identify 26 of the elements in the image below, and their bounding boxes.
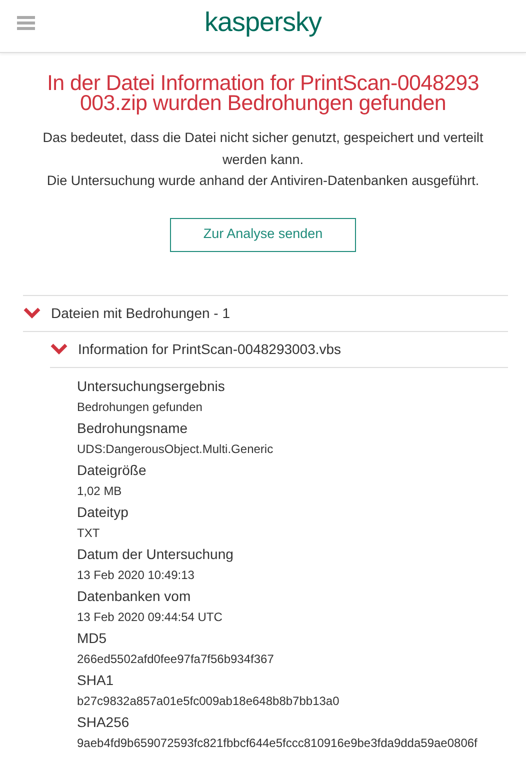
- chevron-down-icon[interactable]: [23, 307, 41, 319]
- detail-label: SHA1: [77, 670, 115, 690]
- description-text: Das bedeutet, dass die Datei nicht sicher genutzt, gespeichert und verteilt werden kann. Die Untersuchung wurde anhand der Antiviren-Datenbanken ausgeführt.: [42, 129, 484, 190]
- detail-label: Untersuchungsergebnis: [77, 376, 226, 396]
- detail-value: 13 Feb 2020 10:49:13: [77, 566, 194, 584]
- send-analysis-button[interactable]: Zur Analyse senden: [170, 218, 356, 252]
- detail-label: Dateigröße: [77, 460, 148, 480]
- detail-value: 266ed5502afd0fee97fa7f56b934f367: [77, 650, 274, 668]
- detail-value: 1,02 MB: [77, 482, 122, 500]
- detail-value: 9aeb4fd9b659072593fc821fbbcf644e5fccc810916e9be3fda9dda59ae0806f: [77, 734, 478, 752]
- detail-value: UDS:DangerousObject.Multi.Generic: [77, 440, 274, 458]
- logo[interactable]: kaspersky: [204, 0, 322, 36]
- tree-item-label[interactable]: Dateien mit Bedrohungen - 1: [51, 302, 230, 324]
- detail-value: Bedrohungen gefunden: [77, 398, 202, 416]
- detail-label: Dateityp: [77, 502, 130, 522]
- detail-value: 13 Feb 2020 09:44:54 UTC: [77, 608, 222, 626]
- detail-label: Datum der Untersuchung: [77, 544, 234, 564]
- detail-value: TXT: [77, 524, 100, 542]
- detail-value: b27c9832a857a01e5fc009ab18e648b8b7bb13a0: [77, 692, 340, 710]
- tree-item-label[interactable]: Information for PrintScan-0048293003.vbs: [78, 338, 342, 360]
- result-title: In der Datei Information for PrintScan-0048293 003.zip wurden Bedrohungen gefunden: [46, 70, 480, 113]
- detail-label: Datenbanken vom: [77, 586, 192, 606]
- detail-label: MD5: [77, 628, 108, 648]
- detail-label: Bedrohungsname: [77, 418, 189, 438]
- chevron-down-icon[interactable]: [50, 343, 68, 355]
- detail-label: SHA256: [77, 712, 130, 732]
